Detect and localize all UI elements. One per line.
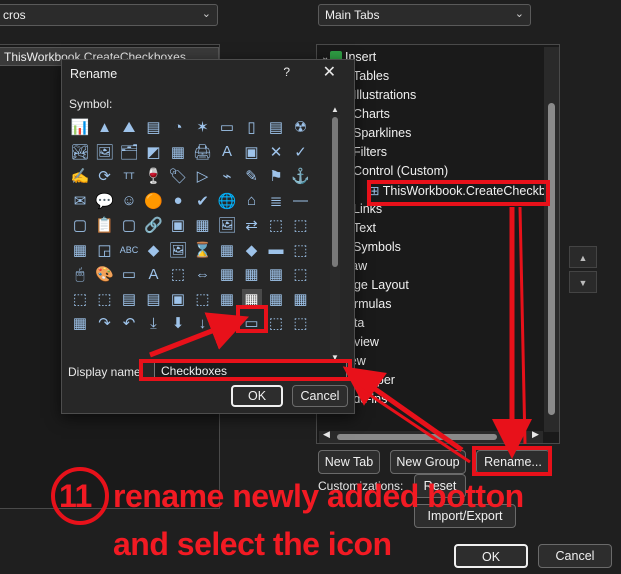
annotation-line-1: rename newly added botton bbox=[113, 478, 524, 514]
arrow-line bbox=[518, 206, 527, 445]
arrow-to-display-name bbox=[342, 366, 464, 453]
step-number: 11 bbox=[59, 478, 92, 514]
arrow-to-icon bbox=[149, 312, 249, 358]
arrow-line bbox=[354, 383, 471, 464]
annotation-line-2: and select the icon bbox=[113, 526, 392, 562]
